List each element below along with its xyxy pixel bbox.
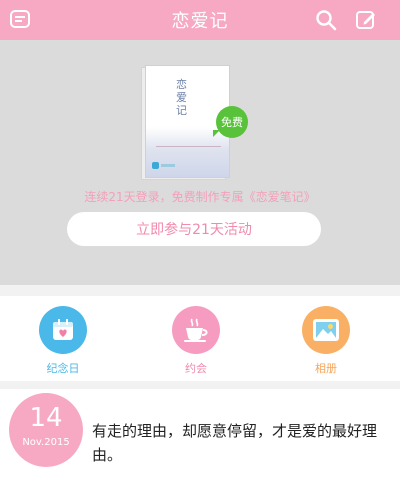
app-title: 恋爱记 [171, 11, 229, 32]
book-horizon-line [156, 146, 221, 147]
app-screen: 恋爱记 恋爱记 免费 连续21天登录，免费制作专属《恋爱笔记》 立即参与21天活… [0, 0, 400, 487]
category-label-date: 约会 [185, 362, 207, 375]
category-row: 纪念日 约会 相册 [0, 296, 400, 381]
quote-text: 有走的理由，却愿意停留，才是爱的最好理由。 [92, 422, 378, 464]
book-logo-icon [152, 162, 175, 169]
date-icon-circle [172, 306, 220, 354]
category-date[interactable]: 约会 [156, 306, 236, 376]
daily-quote-card[interactable]: 14 Nov.2015 有走的理由，却愿意停留，才是爱的最好理由。 [0, 389, 400, 487]
category-anniversary[interactable]: 纪念日 [23, 306, 103, 376]
search-button[interactable] [310, 4, 342, 36]
category-album[interactable]: 相册 [286, 306, 366, 376]
top-bar: 恋爱记 [0, 0, 400, 40]
book-title: 恋爱记 [176, 78, 187, 117]
date-circle: 14 Nov.2015 [9, 393, 83, 467]
photo-icon [313, 319, 339, 341]
album-icon-circle [302, 306, 350, 354]
promo-banner: 恋爱记 免费 连续21天登录，免费制作专属《恋爱笔记》 立即参与21天活动 [0, 40, 400, 285]
free-badge: 免费 [216, 106, 248, 138]
calendar-heart-icon [53, 319, 73, 340]
chat-list-icon [10, 10, 30, 28]
edit-icon [356, 11, 375, 29]
category-label-album: 相册 [315, 362, 337, 375]
date-month: Nov.2015 [22, 437, 70, 448]
anniversary-icon-circle [39, 306, 87, 354]
edit-button[interactable] [350, 4, 382, 36]
category-label-anniversary: 纪念日 [46, 362, 80, 375]
join-activity-button[interactable]: 立即参与21天活动 [67, 212, 321, 246]
promo-text: 连续21天登录，免费制作专属《恋爱笔记》 [84, 190, 316, 204]
chat-list-button[interactable] [4, 4, 36, 36]
search-icon [316, 10, 337, 31]
coffee-cup-icon [184, 318, 208, 342]
date-day: 14 [29, 403, 63, 433]
